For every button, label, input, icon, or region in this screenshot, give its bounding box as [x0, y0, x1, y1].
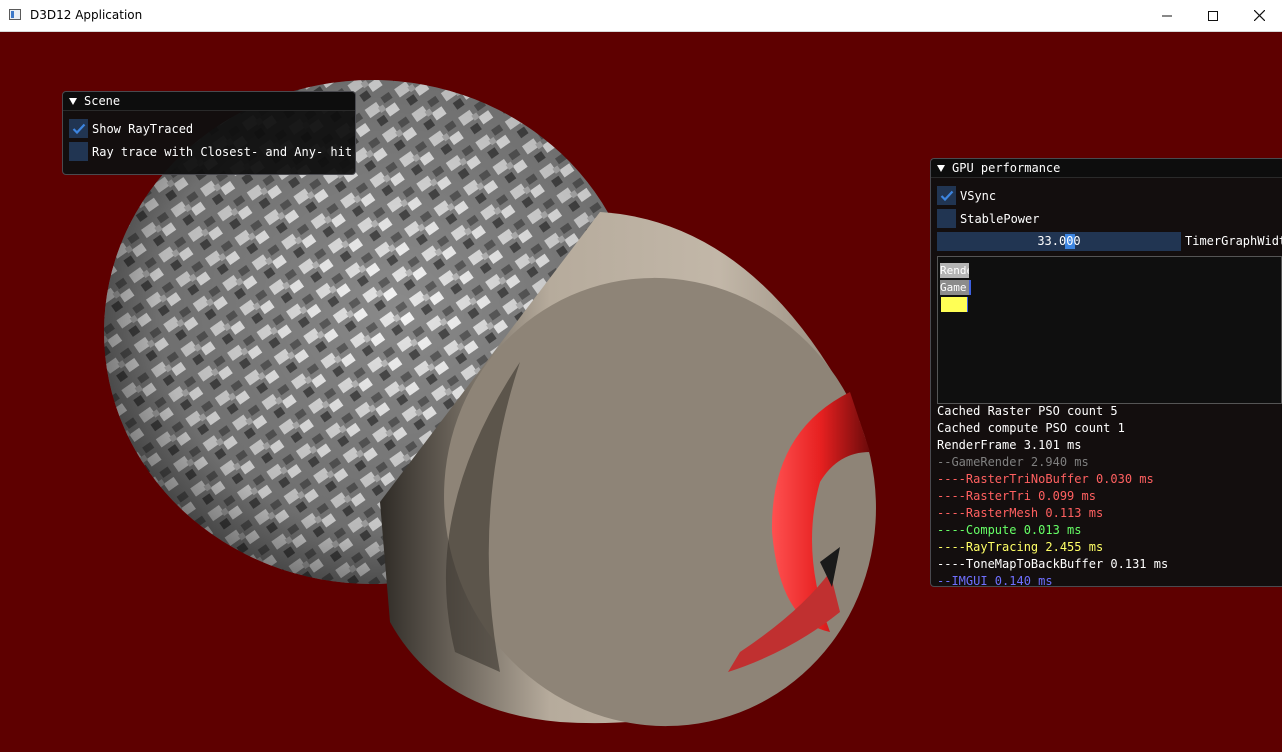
stat-line: --GameRender 2.940 ms: [937, 455, 1089, 469]
stablepower-checkbox[interactable]: [937, 209, 956, 228]
gpu-performance-panel[interactable]: GPU performance VSync StablePower 33.000…: [930, 158, 1282, 588]
show-raytraced-checkbox[interactable]: [69, 119, 88, 138]
scene-panel-titlebar[interactable]: Scene: [63, 92, 355, 111]
show-raytraced-row[interactable]: Show RayTraced: [69, 119, 193, 138]
stat-line: --IMGUI 0.140 ms: [937, 574, 1053, 588]
window-title: D3D12 Application: [30, 8, 143, 22]
stat-line: ----Compute 0.013 ms: [937, 523, 1082, 537]
closest-any-hit-label: Ray trace with Closest- and Any- hit: [92, 144, 353, 159]
gpu-panel-titlebar[interactable]: GPU performance: [931, 159, 1282, 178]
stat-line: ----RasterTriNoBuffer 0.030 ms: [937, 472, 1154, 486]
stat-line: ----RasterMesh 0.113 ms: [937, 506, 1104, 520]
vsync-checkbox[interactable]: [937, 186, 956, 205]
minimize-button[interactable]: [1144, 0, 1190, 31]
collapse-arrow-icon[interactable]: [69, 97, 77, 105]
collapse-arrow-icon[interactable]: [937, 164, 945, 172]
slider-value: 33.000: [1037, 234, 1081, 248]
closest-any-hit-checkbox[interactable]: [69, 142, 88, 161]
close-icon: [1253, 10, 1265, 21]
checkmark-icon: [72, 123, 85, 134]
timer-graph-width-slider[interactable]: 33.000: [937, 232, 1181, 251]
timer-graph[interactable]: Rende Game: [937, 256, 1282, 404]
close-button[interactable]: [1236, 0, 1282, 31]
maximize-button[interactable]: [1190, 0, 1236, 31]
maximize-icon: [1208, 10, 1218, 21]
stat-line: Cached Raster PSO count 5: [937, 404, 1118, 418]
vsync-label: VSync: [960, 188, 997, 203]
app-icon: [9, 9, 21, 20]
graph-bar-raytracing: [941, 297, 968, 312]
stablepower-label: StablePower: [960, 211, 1040, 226]
graph-bar-game: Game: [940, 280, 971, 295]
checkmark-icon: [940, 190, 953, 201]
scene-panel[interactable]: Scene Show RayTraced Ray trace with Clos…: [62, 91, 356, 175]
show-raytraced-label: Show RayTraced: [92, 121, 194, 136]
stat-line: RenderFrame 3.101 ms: [937, 438, 1082, 452]
slider-label: TimerGraphWidt: [1185, 234, 1282, 248]
minimize-icon: [1162, 15, 1172, 16]
vsync-row[interactable]: VSync: [937, 186, 996, 205]
graph-bar-render: Rende: [940, 263, 969, 278]
stablepower-row[interactable]: StablePower: [937, 209, 1039, 228]
gpu-panel-title: GPU performance: [952, 161, 1061, 175]
stat-line: ----RasterTri 0.099 ms: [937, 489, 1096, 503]
scene-panel-title: Scene: [84, 94, 121, 108]
stat-line: ----ToneMapToBackBuffer 0.131 ms: [937, 557, 1169, 571]
window-titlebar[interactable]: D3D12 Application: [0, 0, 1282, 32]
stat-line: ----RayTracing 2.455 ms: [937, 540, 1104, 554]
closest-any-hit-row[interactable]: Ray trace with Closest- and Any- hit: [69, 142, 352, 161]
stat-line: Cached compute PSO count 1: [937, 421, 1125, 435]
